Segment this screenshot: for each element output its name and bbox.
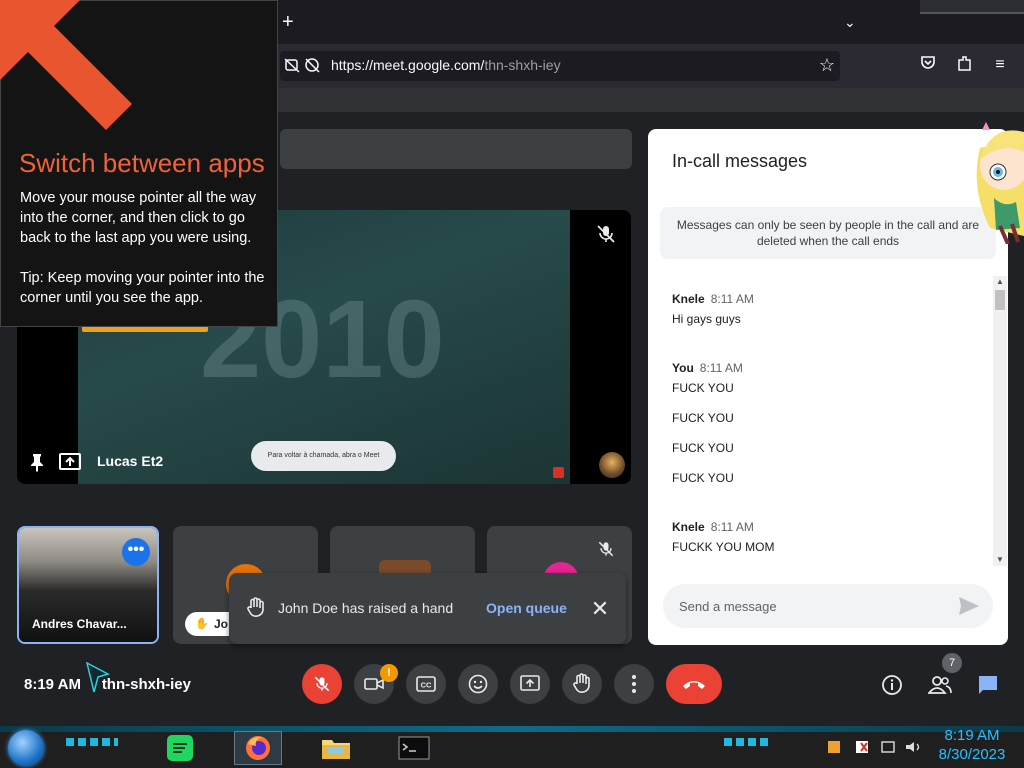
extensions-icon[interactable] [954,54,976,76]
taskbar-decoration [66,738,118,746]
message-text: FUCK YOU [672,471,734,485]
scroll-up-icon[interactable]: ▲ [994,276,1006,288]
video-pill: Para voltar à chamada, abra o Meet [251,441,396,471]
new-tab-icon[interactable]: + [282,10,302,34]
camera-alert-badge: ! [380,664,398,682]
mouse-cursor-icon [85,661,110,694]
message-time: 8:11 AM [699,361,743,375]
taskbar-terminal-app[interactable] [390,731,438,765]
message-text: FUCK YOU [672,381,734,395]
meeting-code: thn-shxh-iey [101,676,191,693]
message-text: FUCK YOU [672,441,734,455]
message-sender: You [672,361,694,375]
message-header: You 8:11 AM [672,359,972,375]
avatar [599,452,625,478]
participant-name: Andres Chavar... [32,617,127,631]
scroll-down-icon[interactable]: ▼ [994,554,1006,566]
message-time: 8:11 AM [710,520,754,534]
hint-tip: Tip: Keep moving your pointer into the c… [20,270,265,306]
cartoon-sticker [960,118,1024,245]
url-host: https://meet.google.com/ [331,57,485,73]
chat-title: In-call messages [672,151,808,171]
mic-toggle-button[interactable] [302,664,342,704]
raised-hand-message: John Doe has raised a hand [278,600,454,616]
chevron-down-icon[interactable]: ⌄ [844,10,864,34]
taskbar-clock-date[interactable]: 8/30/2023 [932,746,1012,764]
taskbar-clock-time[interactable]: 8:19 AM [932,727,1012,745]
present-now-button[interactable] [510,664,550,704]
message-header: Knele 8:11 AM [672,518,972,534]
scrollbar-thumb[interactable] [995,290,1005,310]
captions-button[interactable]: CC [406,664,446,704]
window-frame-decoration [920,0,1024,14]
pin-icon[interactable] [28,452,46,472]
menu-hamburger-icon[interactable]: ≡ [989,54,1011,76]
chat-notice: Messages can only be seen by people in t… [660,207,996,259]
message-text: FUCKK YOU MOM [672,540,775,554]
more-options-icon[interactable]: ••• [122,538,150,566]
people-button[interactable] [920,668,960,702]
start-button[interactable] [8,730,44,766]
url-path: thn-shxh-iey [484,57,561,73]
mic-off-icon [594,222,618,246]
present-screen-icon[interactable] [58,452,82,472]
message-text: FUCK YOU [672,411,734,425]
taskbar-file-explorer-app[interactable] [312,731,360,765]
leave-call-button[interactable] [666,664,722,704]
meeting-info-line: 8:19 AM thn-shxh-iey [24,676,254,696]
taskbar-decoration [724,738,770,746]
message-header: Knele 8:11 AM [672,290,972,306]
message-sender: Knele [672,292,705,306]
more-options-button[interactable] [614,664,654,704]
open-queue-button[interactable]: Open queue [486,600,576,618]
chat-button[interactable] [968,668,1008,702]
message-text: Hi gays guys [672,312,741,326]
mic-off-icon [596,538,616,560]
meet-top-bar [280,129,632,169]
recording-indicator [553,467,564,478]
hand-icon: ✋ [195,618,209,630]
send-icon[interactable] [958,596,980,616]
pocket-icon[interactable] [917,54,939,76]
hint-title: Switch between apps [19,148,265,178]
taskbar-spotify-app[interactable] [156,731,204,765]
main-participant-name: Lucas Et2 [97,453,164,469]
taskbar-firefox-app[interactable] [234,731,282,765]
emoji-reaction-button[interactable] [458,664,498,704]
message-sender: Knele [672,520,705,534]
meeting-time: 8:19 AM [24,676,81,693]
chat-scrollbar[interactable] [993,276,1007,566]
close-icon[interactable]: ✕ [590,598,610,620]
people-count-badge: 7 [942,653,962,673]
message-time: 8:11 AM [710,292,754,306]
camera-mic-blocked-icon[interactable] [284,57,324,75]
hand-icon [246,597,266,619]
message-input[interactable] [679,597,939,615]
svg-text:CC: CC [421,681,432,690]
bookmark-star-icon[interactable]: ☆ [816,54,838,76]
system-tray[interactable] [828,740,928,754]
raise-hand-button[interactable] [562,664,602,704]
url-text[interactable]: https://meet.google.com/thn-shxh-iey [331,57,771,75]
arrow-up-left-icon [0,0,140,140]
meeting-details-button[interactable] [872,668,912,702]
taskbar-decoration [0,726,1024,732]
